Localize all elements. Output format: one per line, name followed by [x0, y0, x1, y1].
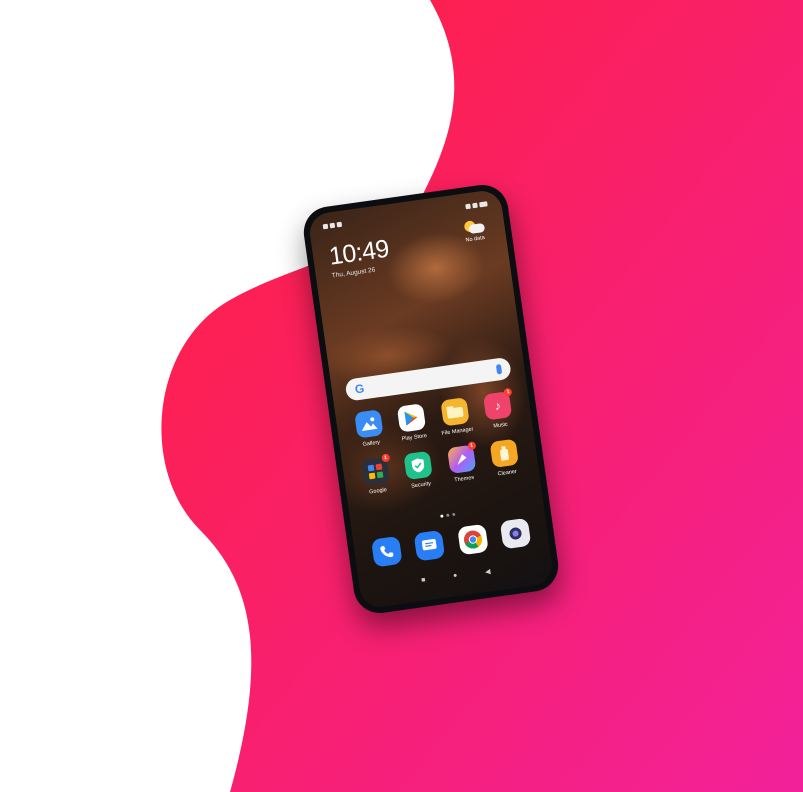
- music-icon: ♪ 1: [483, 387, 513, 421]
- app-label: Play Store: [401, 432, 428, 443]
- security-icon: [403, 450, 434, 481]
- mic-icon[interactable]: [495, 363, 503, 375]
- weather-widget[interactable]: No data: [458, 218, 491, 244]
- app-cleaner[interactable]: Cleaner: [481, 437, 529, 479]
- chrome-icon: [456, 523, 489, 556]
- signal-icon: [465, 203, 471, 209]
- dock-chrome[interactable]: [449, 523, 496, 557]
- app-label: Security: [410, 480, 432, 490]
- google-folder-icon: 1: [360, 453, 391, 487]
- app-label: File Manager: [441, 426, 474, 437]
- app-security[interactable]: Security: [395, 450, 443, 492]
- cleaner-icon: [489, 438, 520, 468]
- notification-badge: 1: [467, 441, 477, 451]
- app-label: Themes: [453, 474, 475, 484]
- partly-cloudy-icon: [462, 219, 486, 236]
- app-gallery[interactable]: Gallery: [345, 408, 393, 450]
- app-label: Google: [368, 487, 388, 496]
- wifi-icon: [472, 202, 478, 208]
- app-google-folder[interactable]: 1 Google: [352, 453, 400, 498]
- themes-icon: 1: [446, 441, 477, 475]
- recents-icon[interactable]: ■: [421, 577, 426, 586]
- app-label: Gallery: [362, 439, 381, 448]
- back-icon[interactable]: ◀: [485, 567, 491, 576]
- app-file-manager[interactable]: File Manager: [431, 396, 479, 438]
- app-grid: Gallery Play Store File Manager ♪ 1 Musi…: [345, 387, 529, 498]
- notification-badge: 1: [380, 453, 391, 463]
- dock-camera[interactable]: [492, 517, 539, 551]
- app-music[interactable]: ♪ 1 Music: [474, 387, 522, 432]
- dock-phone[interactable]: [363, 535, 410, 569]
- app-label: Cleaner: [497, 468, 518, 478]
- home-icon[interactable]: ●: [453, 572, 458, 581]
- phone-icon: [370, 535, 403, 568]
- app-play-store[interactable]: Play Store: [388, 402, 436, 444]
- notification-icon: [336, 221, 343, 227]
- notification-icon: [329, 222, 336, 228]
- app-label: Music: [493, 421, 509, 430]
- camera-icon: [499, 517, 532, 550]
- app-themes[interactable]: 1 Themes: [438, 441, 486, 485]
- folder-icon: [440, 397, 470, 427]
- clock-widget[interactable]: 10:49: [327, 235, 391, 272]
- messages-icon: [413, 529, 446, 562]
- notification-icon: [322, 223, 329, 229]
- gallery-icon: [353, 409, 384, 439]
- play-store-icon: [397, 403, 427, 433]
- battery-icon: [479, 200, 488, 207]
- dock-messages[interactable]: [406, 529, 453, 563]
- google-logo-icon: G: [353, 381, 366, 397]
- notification-badge: 1: [503, 387, 513, 397]
- weather-label: No data: [465, 234, 486, 244]
